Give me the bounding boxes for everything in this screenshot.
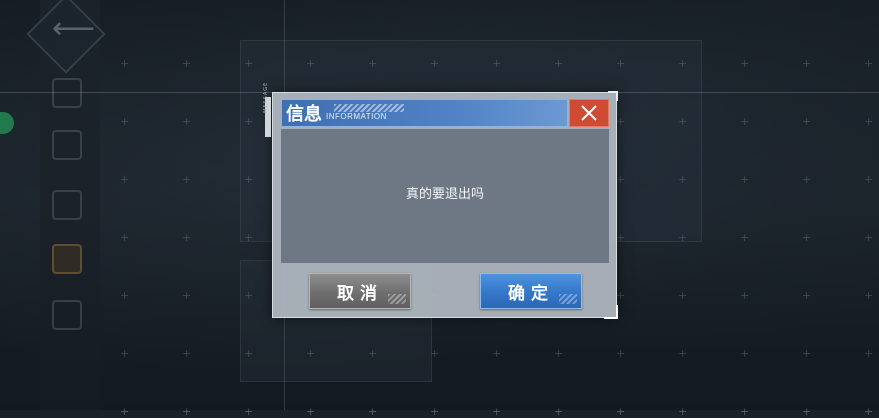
- button-stripe-decoration: [388, 294, 406, 304]
- close-button[interactable]: [569, 99, 609, 127]
- dialog-title-bar: 信息 INFORMATION: [281, 99, 568, 127]
- close-icon: [581, 105, 597, 121]
- corner-decoration: [604, 305, 618, 319]
- dialog-title: 信息: [286, 104, 322, 125]
- confirm-button-label: 确定: [508, 283, 554, 304]
- dialog-message: 真的要退出吗: [405, 186, 484, 202]
- title-stripes-decoration: [334, 104, 404, 112]
- exit-confirm-dialog: MESSAGE 信息 INFORMATION 真的要退出吗 取消 确定: [263, 82, 618, 319]
- dialog-side-tag-label: MESSAGE: [263, 81, 269, 113]
- dialog-subtitle: INFORMATION: [326, 112, 387, 121]
- corner-decoration: [608, 91, 618, 101]
- cancel-button-label: 取消: [337, 283, 383, 304]
- cancel-button[interactable]: 取消: [309, 273, 411, 309]
- button-stripe-decoration: [559, 294, 577, 304]
- dialog-message-area: 真的要退出吗: [281, 129, 609, 263]
- confirm-button[interactable]: 确定: [480, 273, 582, 309]
